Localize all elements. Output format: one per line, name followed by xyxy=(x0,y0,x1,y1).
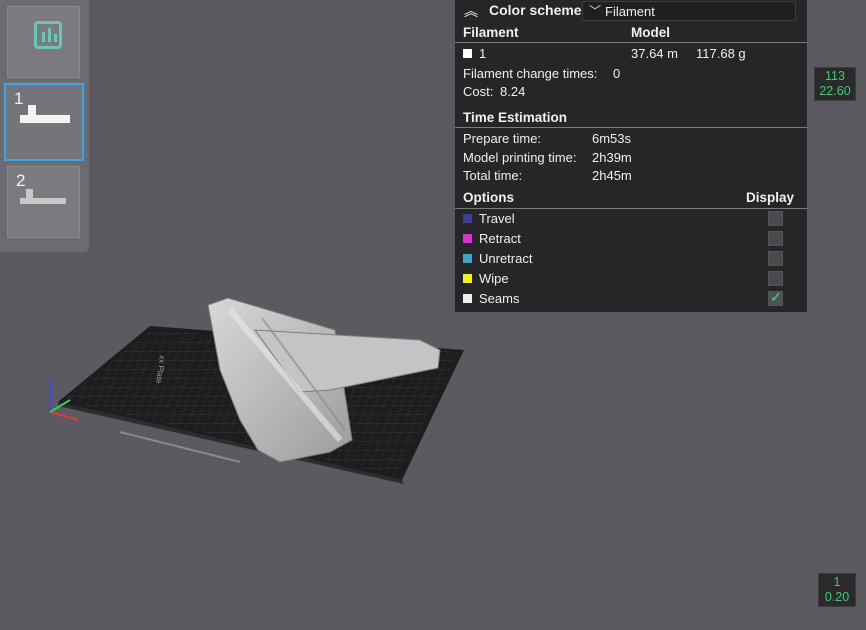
option-label: Wipe xyxy=(479,271,509,286)
chevron-down-icon: ﹀ xyxy=(589,4,602,18)
seams-color-swatch xyxy=(463,294,472,303)
top-layer-number: 113 xyxy=(825,69,845,83)
cost-label: Cost: xyxy=(463,84,494,99)
bottom-layer-number: 1 xyxy=(833,575,841,589)
filament-weight: 117.68 g xyxy=(696,46,746,61)
prepare-time-value: 6m53s xyxy=(592,131,632,146)
prepare-time-label: Prepare time: xyxy=(463,131,542,146)
divider xyxy=(455,127,807,128)
model-printing-time-value: 2h39m xyxy=(592,150,632,165)
time-estimation-title: Time Estimation xyxy=(463,110,568,125)
color-scheme-row: ︽ Color scheme ﹀ Filament xyxy=(455,0,807,22)
filament-header: Filament xyxy=(463,25,519,40)
option-label: Seams xyxy=(479,291,520,306)
slice-stats-button[interactable] xyxy=(7,6,80,78)
plate-preview-icon xyxy=(20,105,70,123)
unretract-color-swatch xyxy=(463,254,472,263)
gcode-legend-panel: ︽ Color scheme ﹀ Filament Filament Model… xyxy=(455,0,807,312)
travel-display-checkbox[interactable] xyxy=(768,211,783,226)
statistics-icon xyxy=(34,21,62,49)
layer-slider-top-label[interactable]: 113 22.60 xyxy=(814,67,856,101)
plate-thumbnail-2[interactable]: 2 xyxy=(7,166,80,238)
filament-length: 37.64 m xyxy=(631,46,678,61)
option-label: Travel xyxy=(479,211,515,226)
plate-list-panel: 1 2 xyxy=(0,0,89,252)
total-time-label: Total time: xyxy=(463,168,523,183)
option-label: Unretract xyxy=(479,251,533,266)
model-header: Model xyxy=(631,25,670,40)
option-label: Retract xyxy=(479,231,521,246)
color-scheme-label: Color scheme xyxy=(489,2,582,18)
plate-preview-icon xyxy=(20,189,66,204)
retract-color-swatch xyxy=(463,234,472,243)
filament-change-times-label: Filament change times: xyxy=(463,66,598,81)
retract-display-checkbox[interactable] xyxy=(768,231,783,246)
divider xyxy=(455,208,807,209)
filament-change-times-value: 0 xyxy=(613,66,621,81)
collapse-chevrons-icon[interactable]: ︽ xyxy=(464,2,482,20)
checkmark-icon: ✓ xyxy=(770,289,782,305)
filament-color-swatch xyxy=(463,49,472,58)
wipe-color-swatch xyxy=(463,274,472,283)
seams-display-checkbox[interactable]: ✓ xyxy=(768,289,783,306)
filament-id: 1 xyxy=(479,46,487,61)
color-scheme-dropdown[interactable]: ﹀ Filament xyxy=(582,1,796,21)
model-printing-time-label: Model printing time: xyxy=(463,150,577,165)
color-scheme-value: Filament xyxy=(605,4,655,19)
total-time-value: 2h45m xyxy=(592,168,632,183)
options-title: Options xyxy=(463,190,514,205)
bottom-layer-height: 0.20 xyxy=(824,590,850,604)
travel-color-swatch xyxy=(463,214,472,223)
plate-thumbnail-1[interactable]: 1 xyxy=(4,83,84,161)
display-title: Display xyxy=(746,190,795,205)
layer-slider-bottom-label[interactable]: 1 0.20 xyxy=(818,573,856,607)
divider xyxy=(455,42,807,43)
unretract-display-checkbox[interactable] xyxy=(768,251,783,266)
wipe-display-checkbox[interactable] xyxy=(768,271,783,286)
top-layer-height: 22.60 xyxy=(819,84,851,98)
cost-value: 8.24 xyxy=(500,84,526,99)
